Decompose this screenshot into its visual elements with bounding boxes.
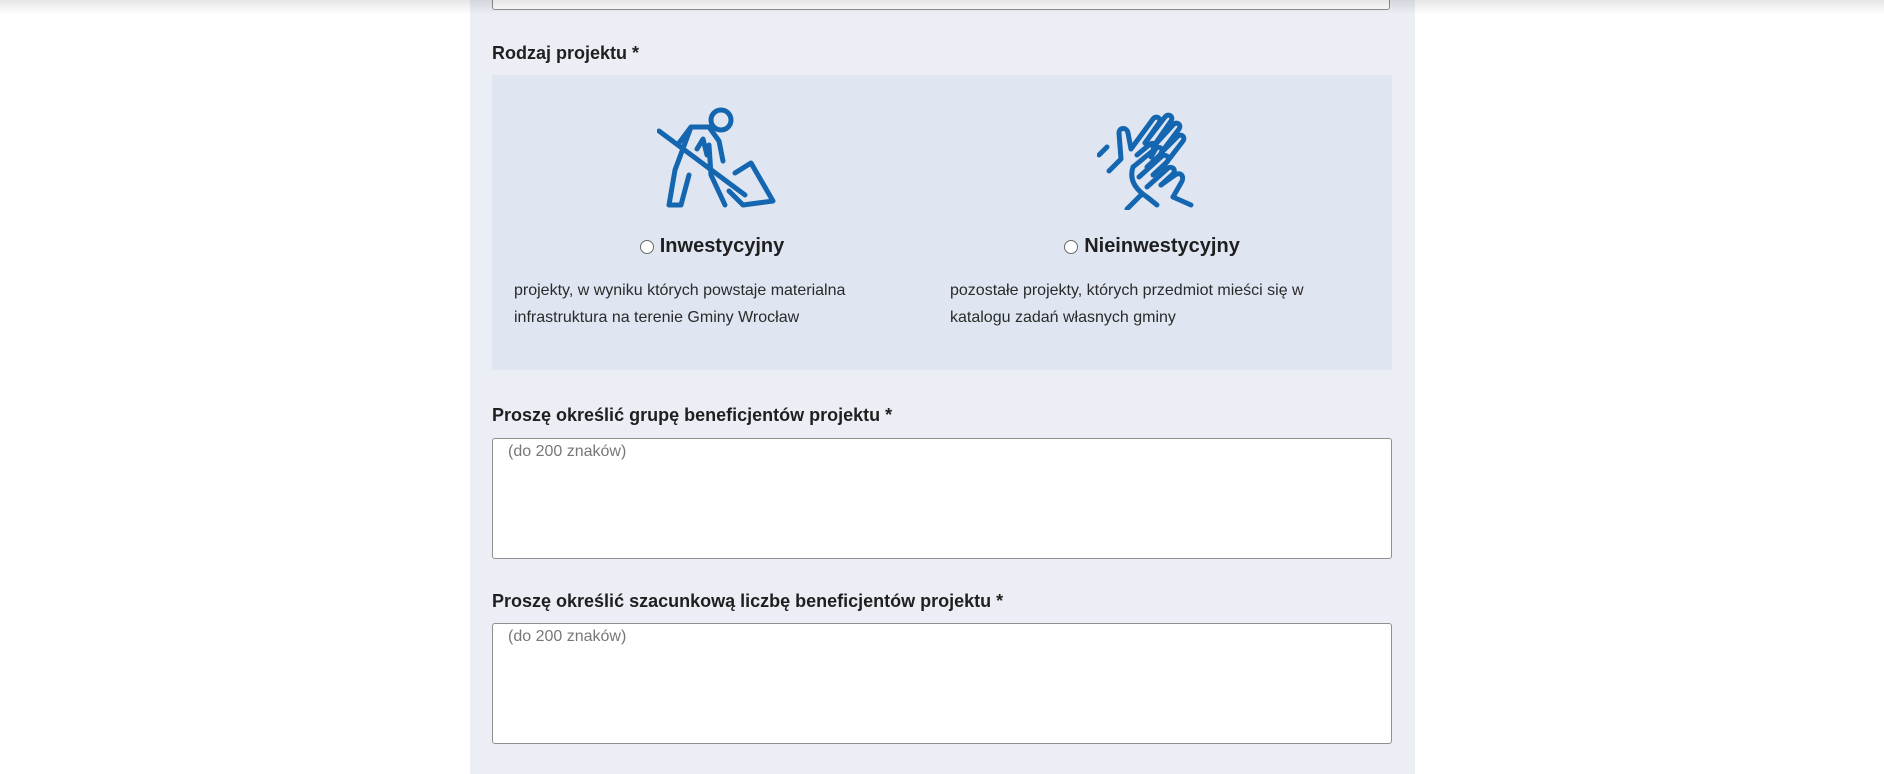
previous-field-bottom-edge[interactable] [492, 0, 1390, 10]
option-inwestycyjny[interactable]: Inwestycyjny projekty, w wyniku których … [492, 75, 932, 370]
beneficiary-group-textarea[interactable] [492, 438, 1392, 559]
option-description-inwestycyjny: projekty, w wyniku których powstaje mate… [514, 282, 846, 326]
form-panel: Rodzaj projektu * Inwestycyjny projekty,… [470, 0, 1415, 774]
beneficiary-count-label: Proszę określić szacunkową liczbę benefi… [492, 591, 1004, 611]
option-title-nieinwestycyjny[interactable]: Nieinwestycyjny [1084, 235, 1240, 258]
radio-nieinwestycyjny[interactable] [1064, 239, 1079, 254]
radio-inwestycyjny[interactable] [639, 239, 654, 254]
option-title-inwestycyjny[interactable]: Inwestycyjny [660, 235, 785, 258]
option-nieinwestycyjny[interactable]: Nieinwestycyjny pozostałe projekty, któr… [932, 75, 1372, 370]
beneficiary-count-textarea[interactable] [492, 623, 1392, 744]
project-type-label: Rodzaj projektu * [492, 43, 640, 63]
option-description-nieinwestycyjny: pozostałe projekty, których przedmiot mi… [950, 282, 1304, 326]
clapping-hands-icon [1097, 112, 1194, 210]
beneficiary-group-label: Proszę określić grupę beneficjentów proj… [492, 405, 893, 425]
project-type-choice-group: Inwestycyjny projekty, w wyniku których … [492, 75, 1392, 370]
construction-worker-icon [657, 107, 776, 208]
